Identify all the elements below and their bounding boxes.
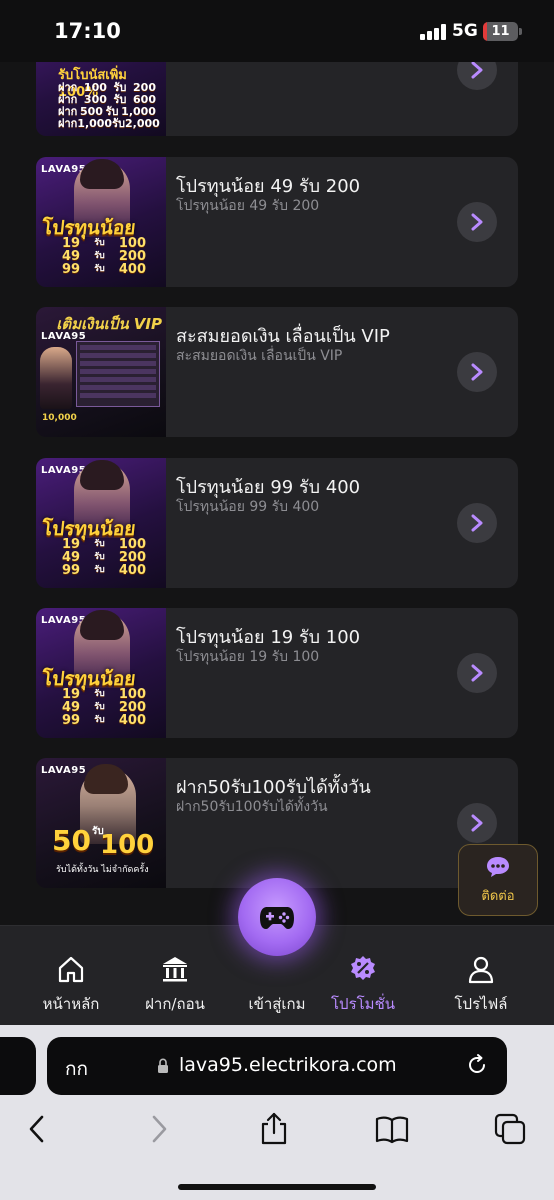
reader-options-button[interactable]: กก [65,1054,88,1084]
promo-card[interactable]: LAVA95 โปรทุนน้อย 19 รับ 100 49 รับ 200 99 รั… [36,608,518,738]
nav-label: โปรไฟล์ [454,995,508,1013]
back-button[interactable] [20,1111,56,1147]
promo-subtitle: ฝาก50รับ100รับได้ทั้งวัน [176,799,328,815]
nav-profile[interactable]: โปรไฟล์ [426,926,536,1026]
promo-thumbnail: LAVA95 โปรทุนน้อย 19 รับ 100 49 รับ 200 99 รั… [36,608,166,738]
vip-table [76,341,160,407]
promo-card[interactable]: LAVA95 โปรทุนน้อย 19 รับ 100 49 รับ 200 99 รั… [36,458,518,588]
browser-toolbar: กก lava95.electrikora.com [0,1025,554,1200]
battery-level: 11 [491,24,510,39]
bank-icon [163,957,187,982]
promo-card[interactable]: LAVA95 50 รับ 100 รับได้ทั้งวัน ไม่จำกัด… [36,758,518,888]
model-hair [80,159,124,189]
model-hair [84,764,128,794]
profile-icon [468,956,494,984]
promotion-icon [351,956,375,980]
bookmarks-button[interactable] [374,1111,410,1147]
open-promo-button[interactable] [457,803,497,843]
thumb-deposit-rows: ฝาก 100 รับ 200 ฝาก 300 รับ 600 ฝาก 500 รับ 1,000… [58,82,160,130]
enter-game-button[interactable] [238,878,316,956]
thumb-row: 99 รับ 400 [62,262,146,277]
thumb-row: 99 รับ 400 [62,563,146,578]
battery-icon: 11 [483,22,518,41]
nav-promotions[interactable]: โปรโมชั่น [308,926,418,1026]
model-hair [80,610,124,640]
promo-subtitle: โปรทุนน้อย 19 รับ 100 [176,649,320,665]
chat-support-icon [487,856,509,877]
chevron-right-icon [471,363,483,381]
thumb-big-left: 50 [52,824,91,857]
chevron-right-icon [471,664,483,682]
open-promo-button[interactable] [457,352,497,392]
thumb-caption: รับได้ทั้งวัน ไม่จำกัดครั้ง [56,865,149,875]
promo-thumbnail: LAVA95 โปรทุนน้อย 19 รับ 100 49 รับ 200 99 รั… [36,458,166,588]
chevron-right-icon [471,514,483,532]
reload-icon[interactable] [465,1053,489,1077]
previous-tab[interactable] [0,1037,36,1095]
thumb-rows: 19 รับ 100 49 รับ 200 99 รับ 400 [62,688,146,727]
chevron-right-icon [471,61,483,79]
status-time: 17:10 [54,19,121,43]
gamepad-icon [260,907,294,929]
tabs-button[interactable] [492,1111,528,1147]
nav-deposit-withdraw[interactable]: ฝาก/ถอน [120,926,230,1026]
promo-subtitle: โปรทุนน้อย 99 รับ 400 [176,499,320,515]
open-promo-button[interactable] [457,653,497,693]
promo-subtitle: โปรทุนน้อย 49 รับ 200 [176,198,320,214]
lock-icon [158,1058,168,1073]
promo-card[interactable]: LAVA95 โปรทุนน้อย 19 รับ 100 49 รับ 200 99 รั… [36,157,518,287]
forward-chevron-icon [152,1115,167,1143]
thumb-row: 99 รับ 400 [62,713,146,728]
thumb-rows: 19 รับ 100 49 รับ 200 99 รับ 400 [62,237,146,276]
chevron-right-icon [471,213,483,231]
contact-label: ติดต่อ [481,888,515,904]
home-indicator [178,1184,376,1190]
home-icon [58,956,84,983]
nav-home[interactable]: หน้าหลัก [16,926,126,1026]
open-promo-button[interactable] [457,202,497,242]
lava95-logo: LAVA95 [41,765,87,776]
nav-label: ฝาก/ถอน [145,995,205,1013]
model-hair [80,460,124,490]
share-icon [261,1112,287,1145]
chevron-right-icon [471,814,483,832]
battery-cap [519,28,522,35]
thumb-big-right: 100 [100,830,155,860]
promotion-list: รับโบนัสเพิ่ม 100% ฝาก 100 รับ 200 ฝาก 300 รั… [0,0,554,925]
nav-label: หน้าหลัก [42,995,100,1013]
url-text: lava95.electrikora.com [179,1054,397,1076]
contact-button[interactable]: ติดต่อ [458,844,538,916]
address-bar[interactable]: กก lava95.electrikora.com [47,1037,507,1095]
thumb-footer: 10,000 [42,413,77,423]
thumb-rows: 19 รับ 100 49 รับ 200 99 รับ 400 [62,538,146,577]
thumb-row: ฝาก 1,000 รับ 2,000 [58,117,160,130]
network-type: 5G [452,21,478,41]
promo-subtitle: สะสมยอดเงิน เลื่อนเป็น VIP [176,348,343,364]
forward-button[interactable] [140,1111,176,1147]
promo-card[interactable]: เติมเงินเป็น VIP LAVA95 10,000 สะสมยอดเง… [36,307,518,437]
open-promo-button[interactable] [457,503,497,543]
signal-icon [420,24,446,40]
promo-thumbnail: เติมเงินเป็น VIP LAVA95 10,000 [36,307,166,437]
status-bar: 17:10 5G 11 [0,0,554,62]
promo-thumbnail: LAVA95 โปรทุนน้อย 19 รับ 100 49 รับ 200 99 รั… [36,157,166,287]
nav-label: โปรโมชั่น [330,995,395,1013]
book-icon [375,1116,409,1144]
share-button[interactable] [256,1111,292,1147]
promo-thumbnail: LAVA95 50 รับ 100 รับได้ทั้งวัน ไม่จำกัด… [36,758,166,888]
back-chevron-icon [29,1115,44,1143]
tabs-icon [494,1113,526,1145]
model-figure [40,347,72,409]
